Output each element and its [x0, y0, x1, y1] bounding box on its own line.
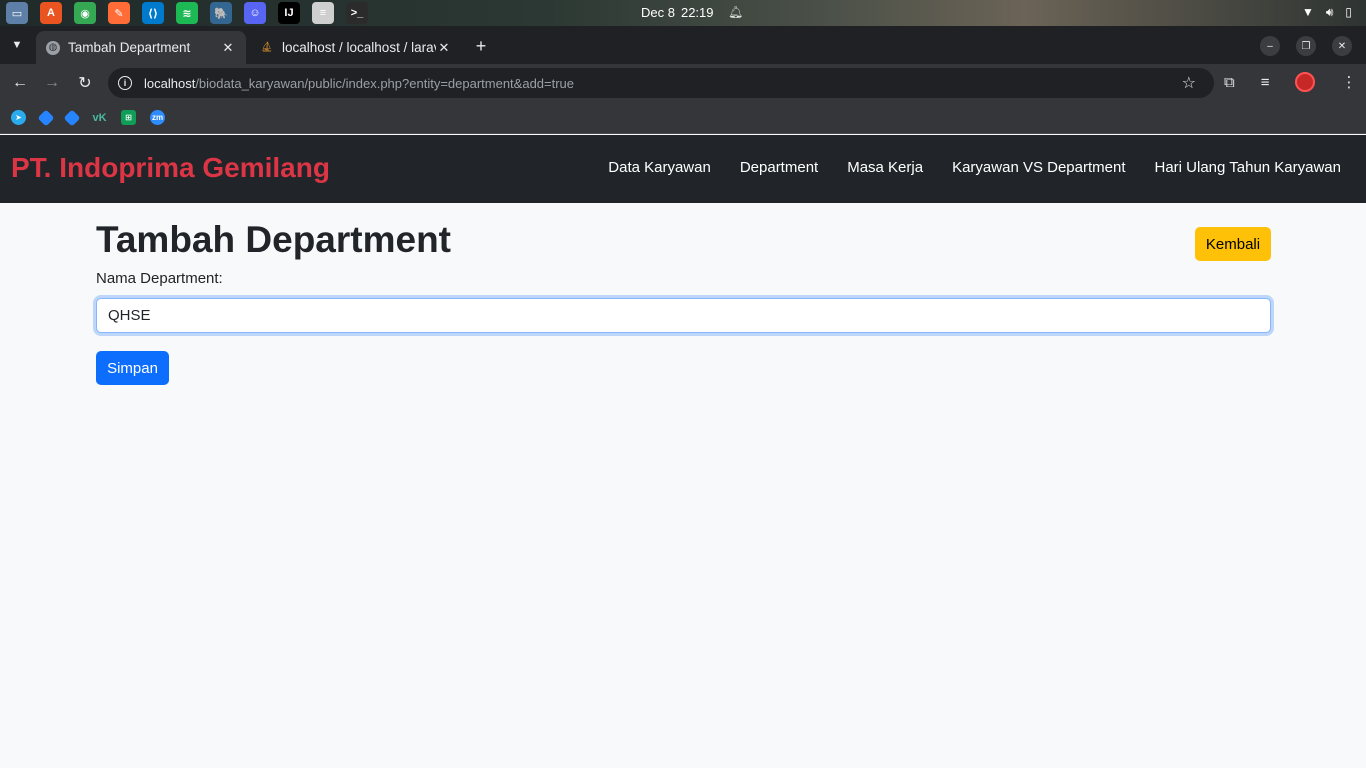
- volume-icon[interactable]: 🔊︎: [1326, 5, 1334, 20]
- back-arrow-icon[interactable]: ←: [9, 72, 31, 94]
- battery-icon[interactable]: ▯: [1345, 5, 1352, 20]
- site-brand[interactable]: PT. Indoprima Gemilang: [11, 152, 330, 184]
- os-top-bar: ▭ A ◉ ✎ ⟨⟩ ≋ 🐘 ☺ IJ ≡ >_ Dec 8 22:19 🔔︎ ▼ 🔊︎ ▯: [0, 0, 1366, 26]
- tab-title: Tambah Department: [68, 40, 191, 55]
- files-app-icon[interactable]: ▭: [6, 2, 28, 24]
- toolbar-actions: ⧉ ≡ ⋮: [1224, 72, 1356, 92]
- address-bar[interactable]: i localhost/biodata_karyawan/public/inde…: [108, 68, 1214, 98]
- tab-close-icon[interactable]: ✕: [436, 40, 452, 56]
- browser-toolbar: ← → ↻ i localhost/biodata_karyawan/publi…: [0, 64, 1366, 102]
- menu-kebab-icon[interactable]: ⋮: [1341, 73, 1356, 91]
- nav-link-data-karyawan[interactable]: Data Karyawan: [608, 159, 711, 176]
- sheets-bookmark-icon[interactable]: ⊞: [121, 110, 136, 125]
- forward-arrow-icon[interactable]: →: [41, 72, 63, 94]
- nav-link-department[interactable]: Department: [740, 159, 818, 176]
- bookmarks-bar: ➤ vK ⊞ zm: [0, 102, 1366, 134]
- vk-bookmark-icon[interactable]: vK: [92, 110, 107, 125]
- site-info-icon[interactable]: i: [118, 76, 132, 90]
- page-title: Tambah Department: [96, 219, 451, 260]
- extensions-puzzle-icon[interactable]: ⧉: [1224, 74, 1235, 91]
- close-window-icon[interactable]: ✕: [1332, 36, 1352, 56]
- notification-bell-icon[interactable]: 🔔︎: [728, 5, 743, 19]
- tab-close-icon[interactable]: ✕: [220, 40, 236, 56]
- postgres-icon[interactable]: 🐘: [210, 2, 232, 24]
- new-tab-plus-icon[interactable]: +: [470, 35, 492, 57]
- terminal-icon[interactable]: >_: [346, 2, 368, 24]
- tab-search-chevron-down-icon[interactable]: ▼: [6, 34, 28, 56]
- jira-bookmark-icon[interactable]: [37, 109, 55, 126]
- jira-bookmark-2-icon[interactable]: [63, 109, 81, 126]
- back-button[interactable]: Kembali: [1195, 227, 1271, 261]
- tab-title: localhost / localhost / laravel: [282, 40, 436, 55]
- profile-avatar[interactable]: [1295, 72, 1316, 92]
- phpmyadmin-icon: ⛵︎: [260, 42, 274, 53]
- globe-icon: ◍: [46, 40, 60, 55]
- system-tray[interactable]: ▼ 🔊︎ ▯: [1302, 5, 1352, 20]
- chrome-icon[interactable]: ◉: [74, 2, 96, 24]
- os-clock[interactable]: Dec 8 22:19: [641, 5, 714, 20]
- intellij-icon[interactable]: IJ: [278, 2, 300, 24]
- restore-icon[interactable]: ❐: [1296, 36, 1316, 56]
- reload-icon[interactable]: ↻: [74, 72, 96, 94]
- browser-tab-strip: ▼ ◍ Tambah Department ✕ ⛵︎ localhost / l…: [0, 26, 1366, 64]
- text-editor-icon[interactable]: ≡: [312, 2, 334, 24]
- nav-link-hari-ulang-tahun[interactable]: Hari Ulang Tahun Karyawan: [1155, 159, 1342, 176]
- nav-link-masa-kerja[interactable]: Masa Kerja: [847, 159, 923, 176]
- wifi-icon[interactable]: ▼: [1302, 5, 1314, 20]
- os-time: 22:19: [680, 5, 714, 20]
- department-name-input[interactable]: [96, 298, 1271, 333]
- discord-icon[interactable]: ☺: [244, 2, 266, 24]
- software-center-icon[interactable]: A: [40, 2, 62, 24]
- window-controls: – ❐ ✕: [1260, 36, 1352, 56]
- minimize-icon[interactable]: –: [1260, 36, 1280, 56]
- url-host: localhost: [144, 75, 196, 91]
- site-navbar: PT. Indoprima Gemilang Data Karyawan Dep…: [0, 135, 1366, 203]
- save-button[interactable]: Simpan: [96, 351, 169, 385]
- media-control-icon[interactable]: ≡: [1261, 74, 1270, 91]
- os-dock: ▭ A ◉ ✎ ⟨⟩ ≋ 🐘 ☺ IJ ≡ >_: [6, 2, 368, 24]
- telegram-bookmark-icon[interactable]: ➤: [11, 110, 26, 125]
- tab-tambah-department[interactable]: ◍ Tambah Department ✕: [36, 31, 246, 64]
- nav-link-karyawan-vs-department[interactable]: Karyawan VS Department: [952, 159, 1125, 176]
- postman-icon[interactable]: ✎: [108, 2, 130, 24]
- os-date: Dec 8: [641, 5, 675, 20]
- department-name-label: Nama Department:: [96, 270, 223, 287]
- zoom-bookmark-icon[interactable]: zm: [150, 110, 165, 125]
- url-path: /biodata_karyawan/public/index.php?entit…: [195, 75, 575, 91]
- spotify-icon[interactable]: ≋: [176, 2, 198, 24]
- bookmark-star-icon[interactable]: ☆: [1182, 73, 1196, 93]
- tab-phpmyadmin[interactable]: ⛵︎ localhost / localhost / laravel ✕: [250, 31, 462, 64]
- vscode-icon[interactable]: ⟨⟩: [142, 2, 164, 24]
- nav-links: Data Karyawan Department Masa Kerja Kary…: [608, 159, 1341, 176]
